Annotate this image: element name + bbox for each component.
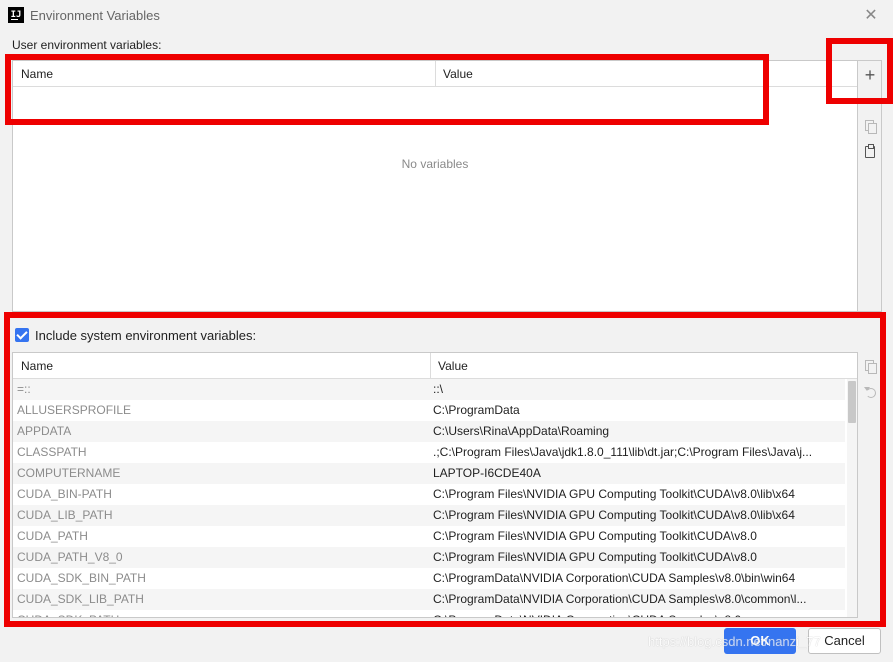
paste-variable-button[interactable] [858,141,882,163]
copy-icon [865,120,877,134]
user-variables-label: User environment variables: [12,38,162,52]
window-title: Environment Variables [30,8,160,23]
clipboard-icon [865,144,875,158]
close-icon[interactable]: ✕ [860,5,882,27]
no-variables-text: No variables [401,157,469,171]
intellij-app-icon: IJ [8,7,24,23]
annotation-box-system-section [4,312,886,627]
annotation-box-add-button [826,38,893,104]
copy-variable-button[interactable] [858,115,882,137]
annotation-box-user-table [5,54,769,125]
watermark-text: https://blog.csdn.net/nanzi_77 [648,634,821,649]
title-bar: IJ Environment Variables ✕ [0,0,893,32]
